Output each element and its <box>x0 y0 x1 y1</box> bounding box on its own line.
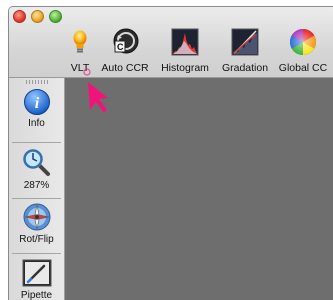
minimize-button[interactable] <box>31 10 44 23</box>
gradation-label: Gradation <box>221 62 269 74</box>
lightbulb-icon <box>65 27 95 57</box>
zoom-button[interactable] <box>49 10 62 23</box>
histogram-icon <box>170 27 200 57</box>
global-cc-button[interactable]: Global CC <box>279 27 327 74</box>
gradation-icon <box>230 27 260 57</box>
global-cc-label: Global CC <box>278 62 328 74</box>
zoom-magnifier-icon <box>22 148 52 178</box>
vlt-button[interactable]: VLT <box>65 27 95 74</box>
divider <box>12 253 61 254</box>
color-wheel-icon <box>288 27 318 57</box>
sidebar-item-rot-flip[interactable]: Rot/Flip <box>9 202 64 245</box>
toolbar: VLT C Auto CCR Histogram Gradation Globa… <box>9 7 333 78</box>
sidebar-item-pipette[interactable]: Pipette <box>9 258 64 300</box>
app-window: VLT C Auto CCR Histogram Gradation Globa… <box>8 6 333 300</box>
gradation-button[interactable]: Gradation <box>222 27 268 74</box>
close-button[interactable] <box>13 10 26 23</box>
rot-flip-label: Rot/Flip <box>19 234 54 245</box>
zoom-label: 287% <box>23 180 50 191</box>
divider <box>12 142 61 143</box>
pipette-icon <box>22 258 52 288</box>
auto-ccr-icon: C <box>110 27 140 57</box>
compass-icon <box>22 202 52 232</box>
sidebar-item-zoom[interactable]: 287% <box>9 148 64 191</box>
info-icon: i <box>23 88 51 116</box>
svg-text:C: C <box>117 42 124 52</box>
info-label: Info <box>28 118 45 129</box>
histogram-button[interactable]: Histogram <box>161 27 209 74</box>
svg-text:i: i <box>34 95 39 112</box>
histogram-label: Histogram <box>161 62 209 74</box>
sidebar-grip[interactable] <box>26 80 48 84</box>
divider <box>12 198 61 199</box>
sidebar: i Info 287% Rot/Flip Pipette <box>9 78 65 300</box>
auto-ccr-button[interactable]: C Auto CCR <box>101 27 149 74</box>
mouse-cursor-icon <box>83 68 108 113</box>
sidebar-item-info[interactable]: i Info <box>9 88 64 129</box>
